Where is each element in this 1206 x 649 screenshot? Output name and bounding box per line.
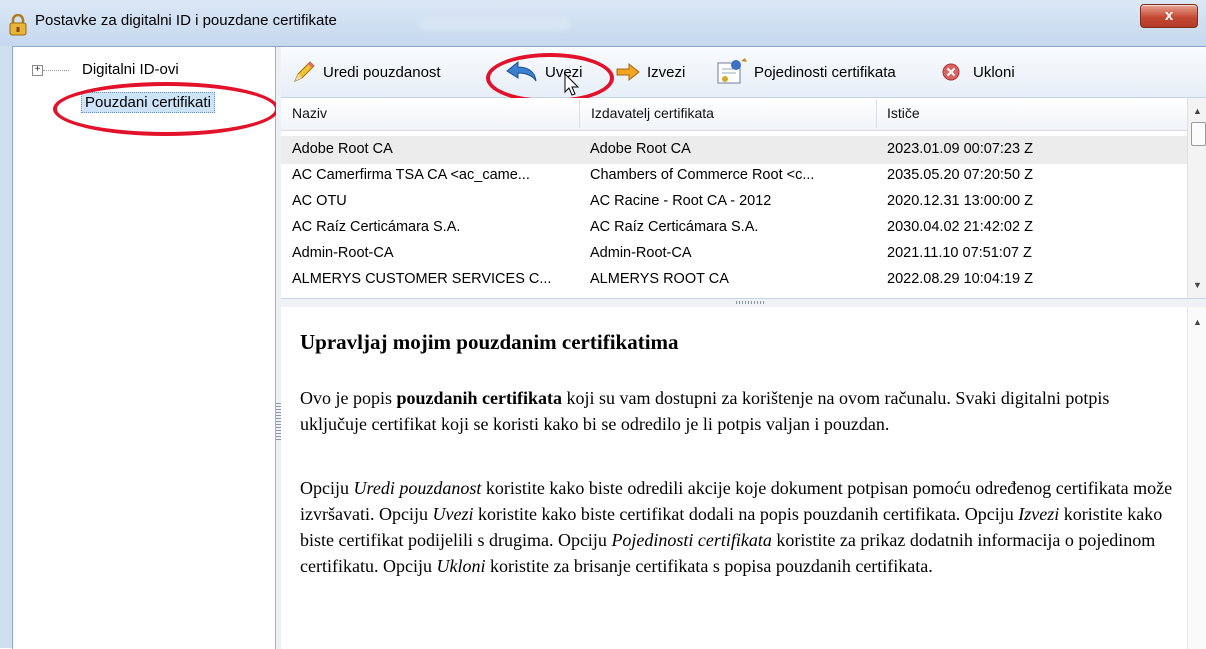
export-arrow-icon — [616, 62, 640, 82]
cell-expires: 2030.04.02 21:42:02 Z — [887, 219, 1033, 235]
lock-icon — [9, 14, 27, 36]
certificate-icon — [717, 58, 747, 84]
tree-connector — [43, 70, 69, 72]
cell-name: ALMERYS CUSTOMER SERVICES C... — [292, 271, 552, 287]
cell-expires: 2020.12.31 13:00:00 Z — [887, 193, 1033, 209]
table-row[interactable]: Adobe Root CA Adobe Root CA 2023.01.09 0… — [281, 136, 1187, 164]
table-row[interactable]: ALMERYS CUSTOMER SERVICES C... ALMERYS R… — [281, 266, 1187, 294]
cell-name: Admin-Root-CA — [292, 245, 394, 261]
window-title: Postavke za digitalni ID i pouzdane cert… — [35, 12, 337, 29]
cell-issuer: Adobe Root CA — [590, 141, 691, 157]
scroll-up-arrow-icon[interactable]: ▲ — [1193, 106, 1202, 116]
scroll-thumb[interactable] — [1191, 122, 1206, 146]
mouse-cursor-icon — [564, 72, 580, 96]
cell-issuer: Chambers of Commerce Root <c... — [590, 167, 815, 183]
blurred-title-suffix — [420, 18, 570, 30]
column-divider[interactable] — [876, 100, 877, 128]
edit-trust-label: Uredi pouzdanost — [323, 63, 441, 81]
remove-label: Ukloni — [973, 63, 1015, 81]
help-heading: Upravljaj mojim pouzdanim certifikatima — [300, 330, 679, 354]
title-bar: Postavke za digitalni ID i pouzdane cert… — [0, 0, 1206, 46]
cell-expires: 2022.08.29 10:04:19 Z — [887, 271, 1033, 287]
cell-name: AC Camerfirma TSA CA <ac_came... — [292, 167, 530, 183]
cell-name: Adobe Root CA — [292, 141, 393, 157]
help-paragraph-2: Opciju Uredi pouzdanost koristite kako b… — [300, 478, 1173, 576]
scroll-down-arrow-icon[interactable]: ▼ — [1193, 280, 1202, 290]
export-button[interactable]: Izvezi — [615, 59, 685, 85]
scroll-up-arrow-icon[interactable]: ▲ — [1193, 317, 1202, 327]
cell-issuer: AC Raíz Certicámara S.A. — [590, 219, 759, 235]
cell-name: AC Raíz Certicámara S.A. — [292, 219, 461, 235]
expand-icon[interactable]: + — [32, 65, 43, 76]
help-paragraph-1: Ovo je popis pouzdanih certifikata koji … — [300, 388, 1110, 434]
table-row[interactable]: AC OTU AC Racine - Root CA - 2012 2020.1… — [281, 188, 1187, 216]
navigation-tree: + Digitalni ID-ovi Pouzdani certifikati — [13, 47, 279, 649]
splitter-grip[interactable] — [736, 301, 766, 304]
table-header: Naziv Izdavatelj certifikata Ističe — [281, 98, 1187, 131]
remove-button[interactable]: Ukloni — [941, 59, 1015, 85]
cell-expires: 2035.05.20 07:20:50 Z — [887, 167, 1033, 183]
certificates-table: Naziv Izdavatelj certifikata Ističe Adob… — [281, 98, 1187, 298]
table-row[interactable]: AC Raíz Certicámara S.A. AC Raíz Certicá… — [281, 214, 1187, 242]
column-header-expires[interactable]: Ističe — [887, 105, 920, 121]
cell-name: AC OTU — [292, 193, 347, 209]
certificate-details-button[interactable]: Pojedinosti certifikata — [714, 58, 896, 85]
certificate-details-label: Pojedinosti certifikata — [754, 63, 896, 81]
column-header-issuer[interactable]: Izdavatelj certifikata — [591, 105, 714, 121]
help-panel: Upravljaj mojim pouzdanim certifikatima … — [281, 307, 1187, 649]
cell-issuer: Admin-Root-CA — [590, 245, 692, 261]
certificates-pane: Uredi pouzdanost Uvezi Izvezi Pojedinost… — [281, 47, 1206, 649]
tree-item-trusted-certificates[interactable]: Pouzdani certifikati — [81, 92, 215, 113]
pencil-icon — [294, 61, 315, 82]
dialog-client-area: + Digitalni ID-ovi Pouzdani certifikati … — [12, 46, 1206, 649]
dialog-window: Postavke za digitalni ID i pouzdane cert… — [0, 0, 1206, 649]
help-scrollbar[interactable]: ▲ — [1187, 307, 1206, 649]
tree-item-digital-ids[interactable]: Digitalni ID-ovi — [82, 61, 179, 78]
cell-issuer: AC Racine - Root CA - 2012 — [590, 193, 772, 209]
table-scrollbar[interactable]: ▲ ▼ — [1187, 98, 1206, 298]
close-button[interactable]: x — [1140, 4, 1198, 28]
import-arrow-icon — [506, 60, 537, 82]
table-row[interactable]: AC Camerfirma TSA CA <ac_came... Chamber… — [281, 162, 1187, 190]
remove-icon — [942, 63, 960, 81]
cell-expires: 2023.01.09 00:07:23 Z — [887, 141, 1033, 157]
table-row[interactable]: Admin-Root-CA Admin-Root-CA 2021.11.10 0… — [281, 240, 1187, 268]
cell-expires: 2021.11.10 07:51:07 Z — [887, 245, 1032, 261]
edit-trust-button[interactable]: Uredi pouzdanost — [291, 59, 441, 85]
cell-issuer: ALMERYS ROOT CA — [590, 271, 729, 287]
toolbar: Uredi pouzdanost Uvezi Izvezi Pojedinost… — [281, 47, 1206, 103]
column-divider[interactable] — [579, 100, 580, 128]
export-label: Izvezi — [647, 63, 686, 81]
column-header-name[interactable]: Naziv — [292, 105, 327, 121]
